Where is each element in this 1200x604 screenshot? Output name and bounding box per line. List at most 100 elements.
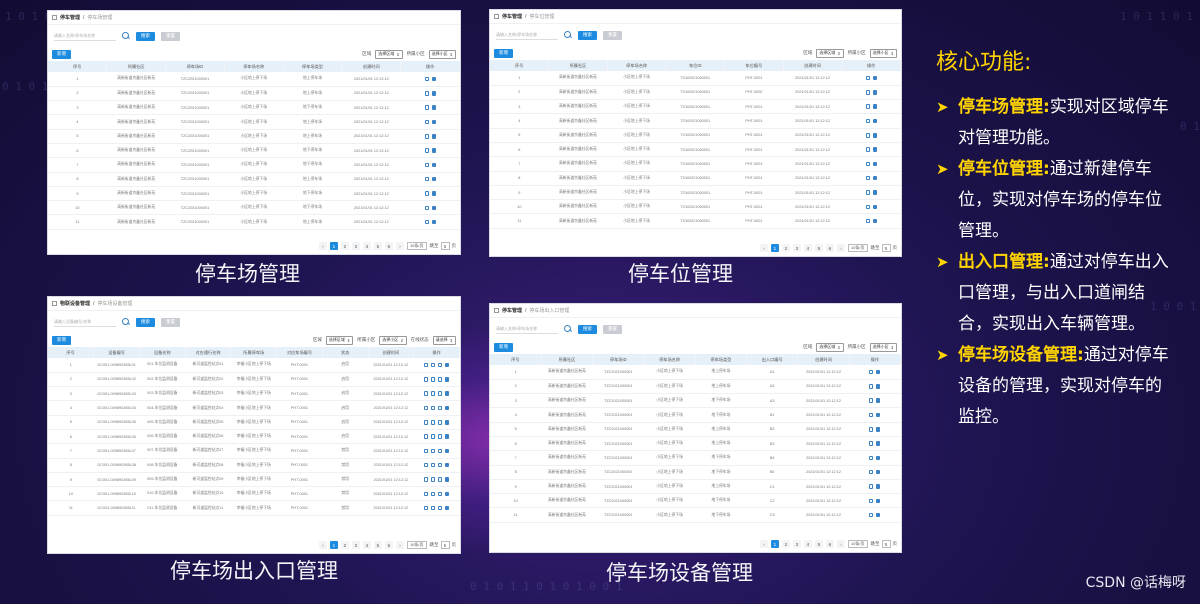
edit-icon[interactable] <box>431 491 436 497</box>
search-icon[interactable] <box>564 31 572 39</box>
search-icon[interactable] <box>122 318 130 326</box>
edit-icon[interactable] <box>869 384 874 389</box>
breadcrumb-parent[interactable]: 停车管理 <box>502 13 522 20</box>
edit-icon[interactable] <box>869 498 874 504</box>
search-input[interactable]: 请输入名称/停车场名称 <box>54 32 116 41</box>
menu-icon[interactable] <box>52 301 57 306</box>
prev-page-button[interactable]: ‹ <box>318 242 327 250</box>
edit-icon[interactable] <box>431 420 436 425</box>
delete-icon[interactable] <box>872 118 877 124</box>
edit-icon[interactable] <box>869 469 874 475</box>
delete-icon[interactable] <box>445 462 450 468</box>
page-button[interactable]: 2 <box>781 244 790 252</box>
reset-button[interactable]: 重置 <box>161 317 180 327</box>
delete-icon[interactable] <box>445 434 450 439</box>
view-icon[interactable] <box>424 405 429 411</box>
search-input[interactable]: 请输入设备编号/名称 <box>54 318 116 327</box>
next-page-button[interactable]: › <box>836 244 845 252</box>
status-select[interactable]: 请选择 <box>432 335 456 345</box>
view-icon[interactable] <box>424 362 429 368</box>
lock-icon[interactable] <box>438 462 443 468</box>
page-button[interactable]: 1 <box>329 541 338 549</box>
edit-icon[interactable] <box>869 369 874 375</box>
add-button[interactable]: 新增 <box>494 342 513 352</box>
delete-icon[interactable] <box>876 498 881 504</box>
page-button[interactable]: 2 <box>781 540 790 548</box>
lock-icon[interactable] <box>438 405 443 411</box>
next-page-button[interactable]: › <box>836 540 845 548</box>
delete-icon[interactable] <box>876 369 881 375</box>
delete-icon[interactable] <box>445 362 450 368</box>
page-button[interactable]: 4 <box>362 541 371 549</box>
edit-icon[interactable] <box>431 391 436 396</box>
delete-icon[interactable] <box>445 448 450 454</box>
delete-icon[interactable] <box>431 105 436 110</box>
page-button[interactable]: 2 <box>340 541 349 549</box>
edit-icon[interactable] <box>869 412 874 418</box>
edit-icon[interactable] <box>431 477 436 482</box>
delete-icon[interactable] <box>872 161 877 167</box>
add-button[interactable]: 新增 <box>52 335 71 345</box>
delete-icon[interactable] <box>431 191 436 196</box>
delete-icon[interactable] <box>431 205 436 211</box>
edit-icon[interactable] <box>431 405 436 411</box>
prev-page-button[interactable]: ‹ <box>759 244 768 252</box>
page-button[interactable]: 4 <box>362 242 371 250</box>
delete-icon[interactable] <box>431 176 436 182</box>
edit-icon[interactable] <box>424 162 429 168</box>
page-button[interactable]: 5 <box>373 242 382 250</box>
delete-icon[interactable] <box>445 477 450 482</box>
page-button[interactable]: 2 <box>340 242 349 250</box>
delete-icon[interactable] <box>872 75 877 81</box>
delete-icon[interactable] <box>872 204 877 210</box>
delete-icon[interactable] <box>876 455 881 461</box>
page-size-select[interactable]: 10条/页 <box>847 244 868 252</box>
goto-input[interactable]: 5 <box>440 541 450 549</box>
edit-icon[interactable] <box>431 505 436 511</box>
community-select[interactable]: 选择小区 <box>869 342 897 352</box>
region-select[interactable]: 选择区域 <box>816 342 844 352</box>
page-size-select[interactable]: 10条/页 <box>406 541 427 549</box>
edit-icon[interactable] <box>431 462 436 468</box>
lock-icon[interactable] <box>438 377 443 382</box>
delete-icon[interactable] <box>431 134 436 139</box>
page-button[interactable]: 1 <box>770 244 779 252</box>
edit-icon[interactable] <box>424 105 429 110</box>
page-button[interactable]: 3 <box>792 244 801 252</box>
delete-icon[interactable] <box>445 420 450 425</box>
lock-icon[interactable] <box>438 448 443 454</box>
page-button[interactable]: 1 <box>329 242 338 250</box>
lock-icon[interactable] <box>438 420 443 425</box>
prev-page-button[interactable]: ‹ <box>318 541 327 549</box>
prev-page-button[interactable]: ‹ <box>759 540 768 548</box>
edit-icon[interactable] <box>865 190 870 195</box>
edit-icon[interactable] <box>865 133 870 138</box>
edit-icon[interactable] <box>424 219 429 225</box>
search-input[interactable]: 请输入名称/停车场名称 <box>496 31 558 40</box>
community-select[interactable]: 选择小区 <box>379 335 407 345</box>
lock-icon[interactable] <box>438 362 443 368</box>
page-button[interactable]: 4 <box>803 244 812 252</box>
search-button[interactable]: 搜索 <box>578 30 597 40</box>
view-icon[interactable] <box>424 462 429 468</box>
delete-icon[interactable] <box>876 441 881 446</box>
delete-icon[interactable] <box>872 175 877 181</box>
lock-icon[interactable] <box>438 491 443 497</box>
next-page-button[interactable]: › <box>395 242 404 250</box>
lock-icon[interactable] <box>438 434 443 439</box>
lock-icon[interactable] <box>438 477 443 482</box>
edit-icon[interactable] <box>865 175 870 181</box>
breadcrumb-parent[interactable]: 物联设备管理 <box>60 300 90 307</box>
page-button[interactable]: 5 <box>373 541 382 549</box>
view-icon[interactable] <box>424 377 429 382</box>
view-icon[interactable] <box>424 505 429 511</box>
delete-icon[interactable] <box>445 377 450 382</box>
view-icon[interactable] <box>424 434 429 439</box>
community-select[interactable]: 选择小区 <box>869 48 897 58</box>
breadcrumb-parent[interactable]: 停车管理 <box>502 307 522 314</box>
edit-icon[interactable] <box>869 427 874 432</box>
page-button[interactable]: 5 <box>814 244 823 252</box>
view-icon[interactable] <box>424 420 429 425</box>
edit-icon[interactable] <box>431 434 436 439</box>
lock-icon[interactable] <box>438 391 443 396</box>
